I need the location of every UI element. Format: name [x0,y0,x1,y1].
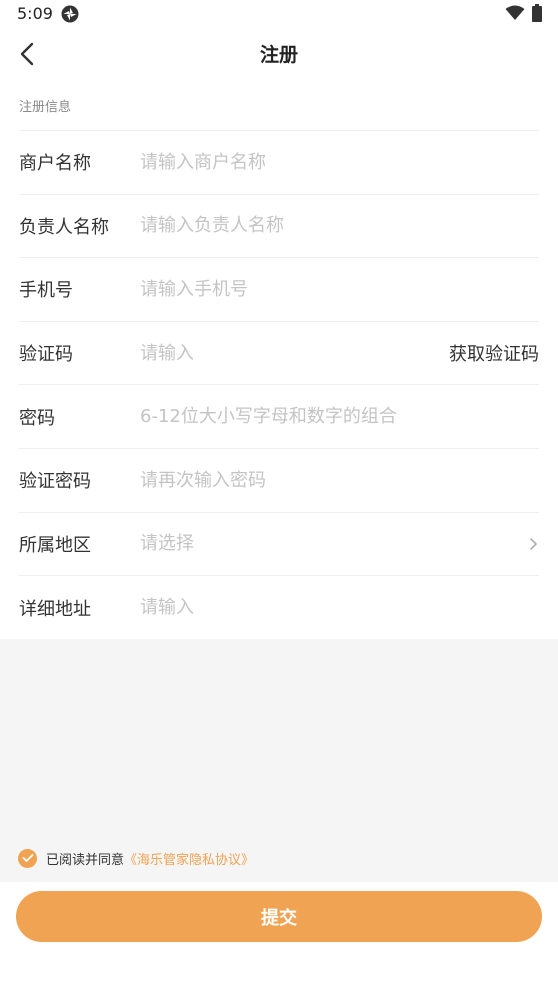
checkmark-icon [22,854,33,862]
password-input[interactable] [140,401,535,432]
address-input[interactable] [140,592,430,623]
section-title: 注册信息 [19,100,72,115]
agreement-text: 已阅读并同意 [46,852,125,868]
registration-form: 商户名称 负责人名称 手机号 验证码 获取验证码 密码 验证密码 所属地区 请选… [0,130,558,640]
region-label: 所属地区 [19,534,91,556]
form-row-phone: 手机号 [19,257,539,321]
form-row-confirm-password: 验证密码 [19,447,539,512]
status-bar: 5:09 [0,0,558,30]
phone-input[interactable] [140,274,430,305]
agreement-checkbox[interactable] [18,848,37,868]
verification-code-input[interactable] [140,338,410,369]
nav-bar: 注册 [0,30,558,78]
address-label: 详细地址 [19,598,91,620]
form-row-password: 密码 [19,384,539,448]
verification-code-label: 验证码 [19,344,73,366]
app-notification-icon [61,5,79,23]
get-verification-code-button[interactable]: 获取验证码 [449,340,539,366]
bottom-bar: 提交 [0,882,558,993]
contact-name-label: 负责人名称 [19,216,109,238]
agreement-row: 已阅读并同意 《海乐管家隐私协议》 [18,848,254,868]
merchant-name-input[interactable] [140,147,430,178]
wifi-icon [505,5,525,20]
form-row-region[interactable]: 所属地区 请选择 [19,511,540,576]
form-background-area [0,639,558,882]
form-row-merchant-name: 商户名称 [19,130,539,194]
confirm-password-input[interactable] [140,465,430,496]
status-time: 5:09 [17,4,53,23]
chevron-right-icon [530,538,537,550]
confirm-password-label: 验证密码 [19,471,91,493]
form-row-contact-name: 负责人名称 [19,193,539,258]
region-select[interactable]: 请选择 [140,529,540,559]
page-title: 注册 [259,44,298,66]
password-label: 密码 [19,407,55,429]
form-row-verification-code: 验证码 获取验证码 [19,320,539,385]
battery-icon [532,4,542,22]
form-row-address: 详细地址 [19,575,539,639]
privacy-agreement-link[interactable]: 《海乐管家隐私协议》 [124,849,254,868]
merchant-name-label: 商户名称 [19,153,91,175]
phone-label: 手机号 [19,280,73,302]
contact-name-input[interactable] [140,210,430,241]
submit-button[interactable]: 提交 [16,891,542,942]
